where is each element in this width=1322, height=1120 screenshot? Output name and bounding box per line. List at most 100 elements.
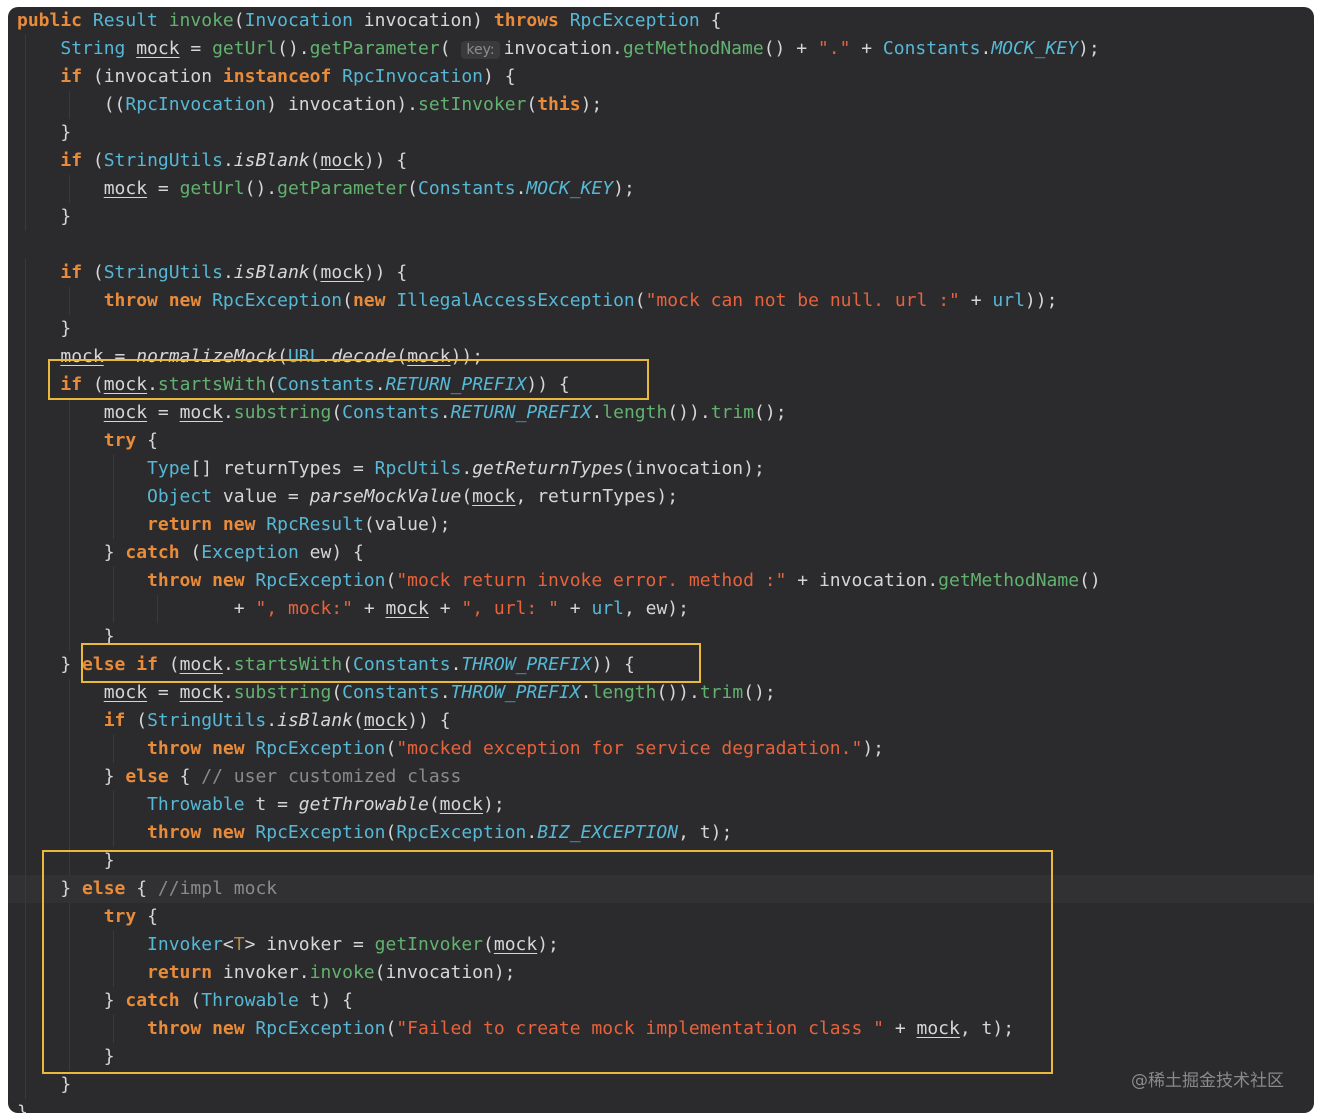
code-line[interactable]: } else { //impl mock	[8, 875, 1314, 903]
code-token: isBlank	[277, 710, 353, 731]
parameter-hint: key:	[461, 41, 500, 59]
code-token: (	[396, 346, 408, 367]
code-line[interactable]: return new RpcResult(value);	[8, 511, 1314, 539]
code-token: +	[428, 598, 462, 619]
code-line[interactable]: Object value = parseMockValue(mock, retu…	[8, 483, 1314, 511]
code-token: throw new	[147, 822, 256, 843]
code-token: try	[103, 430, 148, 451]
code-line[interactable]: return invoker.invoke(invocation);	[8, 959, 1314, 987]
code-line[interactable]: Throwable t = getThrowable(mock);	[8, 791, 1314, 819]
indent-guide	[69, 287, 70, 315]
code-line[interactable]: String mock = getUrl().getParameter( key…	[8, 35, 1314, 63]
code-token: )) {	[591, 654, 635, 675]
code-line[interactable]: if (StringUtils.isBlank(mock)) {	[8, 707, 1314, 735]
code-line[interactable]: try {	[8, 427, 1314, 455]
code-line[interactable]: throw new RpcException("Failed to create…	[8, 1015, 1314, 1043]
code-line[interactable]: }	[8, 203, 1314, 231]
indent-guide	[69, 399, 70, 427]
code-line[interactable]: ((RpcInvocation) invocation).setInvoker(…	[8, 91, 1314, 119]
code-line[interactable]: throw new RpcException("mock return invo…	[8, 567, 1314, 595]
indent-guide	[113, 791, 114, 819]
code-token: + invocation.	[786, 570, 939, 591]
code-token: startsWith	[157, 374, 267, 395]
code-line[interactable]: }	[8, 1071, 1314, 1099]
code-token: url	[591, 598, 624, 619]
code-token: mock	[103, 682, 148, 703]
code-area[interactable]: public Result invoke (Invocation invocati…	[8, 7, 1314, 1113]
code-line[interactable]: if (invocation instanceof RpcInvocation)…	[8, 63, 1314, 91]
indent-guide	[25, 763, 26, 791]
code-line[interactable]: mock = mock.substring(Constants.RETURN_P…	[8, 399, 1314, 427]
code-line[interactable]: }	[8, 1099, 1314, 1113]
indent-guide	[69, 847, 70, 875]
code-token: .	[526, 822, 538, 843]
code-line[interactable]: throw new RpcException("mocked exception…	[8, 735, 1314, 763]
code-token: (	[342, 654, 354, 675]
code-line[interactable]: }	[8, 1043, 1314, 1071]
indent-guide	[25, 399, 26, 427]
code-line[interactable]: mock = mock.substring(Constants.THROW_PR…	[8, 679, 1314, 707]
code-line[interactable]: } catch (Exception ew) {	[8, 539, 1314, 567]
code-token: Result	[92, 10, 169, 31]
code-token: );	[483, 794, 505, 815]
code-token: (	[331, 402, 343, 423]
indent-guide	[25, 791, 26, 819]
code-line[interactable]: }	[8, 623, 1314, 651]
code-token: .	[222, 262, 234, 283]
code-line[interactable]: }	[8, 119, 1314, 147]
indent-guide	[25, 1071, 26, 1099]
code-line[interactable]: if (mock.startsWith(Constants.RETURN_PRE…	[8, 371, 1314, 399]
indent-guide	[69, 623, 70, 651]
code-line[interactable]: } else { // user customized class	[8, 763, 1314, 791]
code-line[interactable]: } else if (mock.startsWith(Constants.THR…	[8, 651, 1314, 679]
indent-guide	[69, 91, 70, 119]
code-token: {	[147, 906, 158, 927]
code-line[interactable]: Type[] returnTypes = RpcUtils.getReturnT…	[8, 455, 1314, 483]
code-token: mock	[493, 934, 538, 955]
indent-guide	[25, 287, 26, 315]
indent-guide	[25, 931, 26, 959]
code-editor[interactable]: public Result invoke (Invocation invocati…	[8, 7, 1314, 1113]
indent-guide	[25, 511, 26, 539]
code-line[interactable]: } catch (Throwable t) {	[8, 987, 1314, 1015]
code-token: // user customized class	[201, 766, 462, 787]
code-token: Constants	[342, 402, 440, 423]
code-token: setInvoker	[418, 94, 527, 115]
code-line[interactable]: throw new RpcException(RpcException.BIZ_…	[8, 819, 1314, 847]
code-line[interactable]: + ", mock:" + mock + ", url: " + url, ew…	[8, 595, 1314, 623]
code-token: .	[461, 458, 473, 479]
code-line[interactable]: mock = getUrl().getParameter(Constants.M…	[8, 175, 1314, 203]
code-token: catch	[125, 990, 191, 1011]
code-token: ()	[1079, 570, 1101, 591]
code-line[interactable]: try {	[8, 903, 1314, 931]
code-token: ().	[277, 38, 310, 59]
code-line[interactable]: throw new RpcException(new IllegalAccess…	[8, 287, 1314, 315]
code-line[interactable]	[8, 231, 1314, 259]
code-line[interactable]: Invoker<T> invoker = getInvoker(mock);	[8, 931, 1314, 959]
code-token: ()).	[656, 682, 700, 703]
code-token: StringUtils	[147, 710, 267, 731]
code-token: .	[222, 682, 234, 703]
code-line[interactable]: if (StringUtils.isBlank(mock)) {	[8, 259, 1314, 287]
code-token: , ew);	[623, 598, 689, 619]
code-token: (	[526, 94, 538, 115]
code-token: "Failed to create mock implementation cl…	[396, 1018, 884, 1039]
code-line[interactable]: if (StringUtils.isBlank(mock)) {	[8, 147, 1314, 175]
code-line[interactable]: }	[8, 315, 1314, 343]
code-line[interactable]: mock = normalizeMock(URL.decode(mock));	[8, 343, 1314, 371]
code-token: mock	[103, 402, 148, 423]
indent-guide	[25, 595, 26, 623]
code-token: if	[60, 262, 93, 283]
indent-guide	[25, 623, 26, 651]
indent-guide	[25, 119, 26, 147]
code-token: (	[428, 794, 440, 815]
code-line[interactable]: public Result invoke(Invocation invocati…	[8, 7, 1314, 35]
code-token: catch	[125, 542, 191, 563]
code-token: getThrowable	[298, 794, 429, 815]
code-line[interactable]: }	[8, 847, 1314, 875]
